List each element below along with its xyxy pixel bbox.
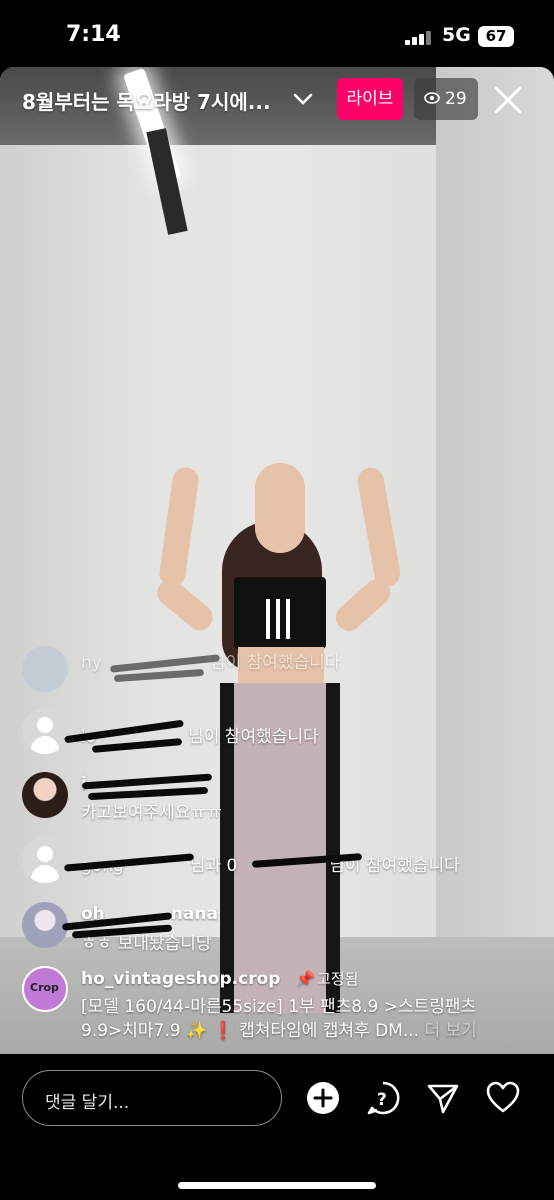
comment-name: hy xyxy=(81,653,102,673)
avatar xyxy=(22,902,68,948)
more-link[interactable]: 더 보기 xyxy=(424,1021,476,1041)
question-icon[interactable]: ? xyxy=(365,1080,401,1116)
eye-icon xyxy=(424,92,440,104)
battery-icon: 67 xyxy=(478,26,514,47)
home-indicator xyxy=(178,1182,376,1189)
comment-text: 카고보여주세요ㅠㅠ xyxy=(81,803,222,823)
comment-item: hy 님이 참여했습니다 xyxy=(22,646,422,692)
pinned-line-1: [모델 160/44-마른55size] 1부 팬츠8.9 >스트링팬츠 xyxy=(81,997,477,1017)
heart-icon[interactable] xyxy=(485,1080,521,1116)
avatar xyxy=(22,646,68,692)
comment-text: 님이 참여했습니다 xyxy=(209,653,341,673)
send-icon[interactable] xyxy=(425,1080,461,1116)
live-title[interactable]: 8월부터는 목요라방 7시에... xyxy=(22,86,271,115)
signal-icon xyxy=(405,31,433,45)
wall-corner xyxy=(436,67,554,1054)
pin-icon: 📌 xyxy=(296,970,316,988)
comment-item: gong님과 0님이 참여했습니다 xyxy=(22,837,522,883)
comment-item: i 카고보여주세요ㅠㅠ xyxy=(22,772,422,823)
pinned-label: 고정됨 xyxy=(317,970,359,988)
comment-item: oh nana ㅎㅎ 보내놨습니당 xyxy=(22,902,422,954)
avatar xyxy=(22,772,68,818)
status-bar: 7:14 5G 67 xyxy=(0,0,554,70)
chevron-down-icon[interactable] xyxy=(290,86,316,112)
avatar xyxy=(22,708,68,754)
comment-text: ㅎㅎ 보내놨습니당 xyxy=(81,934,212,954)
viewer-count-badge[interactable]: 29 xyxy=(414,78,478,120)
close-icon[interactable] xyxy=(492,84,524,116)
pinned-comment[interactable]: Crop ho_vintageshop.crop 📌 고정됨 [모델 160/44… xyxy=(22,966,542,1046)
shop-avatar: Crop xyxy=(22,966,68,1012)
live-badge: 라이브 xyxy=(337,78,403,120)
comment-item: lo님이 참여했습니다 xyxy=(22,708,422,754)
network-label: 5G xyxy=(442,24,471,46)
comment-placeholder: 댓글 달기... xyxy=(45,1093,130,1113)
comment-input[interactable]: 댓글 달기... xyxy=(22,1070,282,1126)
viewer-count: 29 xyxy=(445,89,467,109)
svg-text:?: ? xyxy=(377,1090,387,1110)
pinned-line-2: 9.9>치마7.9 ✨ ❗ 캡쳐타임에 캡쳐후 DM... xyxy=(81,1021,420,1041)
black-top xyxy=(234,577,326,649)
avatar xyxy=(22,837,68,883)
comment-text: 님이 참여했습니다 xyxy=(188,727,319,747)
add-icon[interactable] xyxy=(305,1080,341,1116)
pinned-name: ho_vintageshop.crop xyxy=(81,969,281,989)
status-time: 7:14 xyxy=(66,22,121,47)
face-scribble xyxy=(255,463,305,553)
